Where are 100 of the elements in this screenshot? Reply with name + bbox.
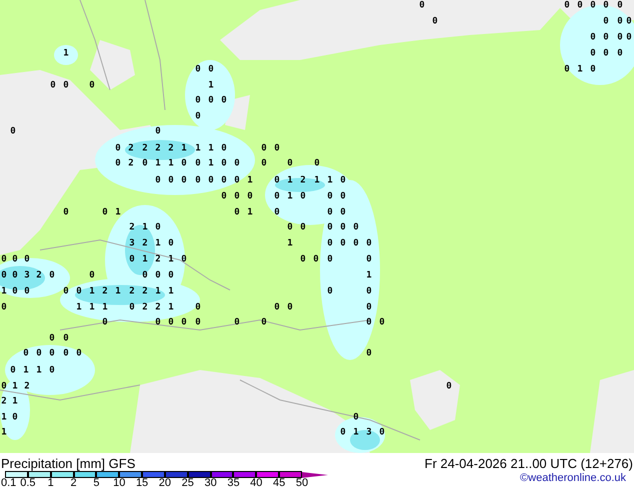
precipitation-value: 0 [12,288,18,296]
valid-time: Fr 24-04-2026 21..00 UTC (12+276) [424,457,633,470]
precipitation-value: 0 [247,192,253,202]
precipitation-value: 1 [168,160,174,168]
precipitation-value: 1 [12,398,18,406]
precipitation-value: 0 [24,288,30,296]
precipitation-value: 1 [168,256,174,264]
precipitation-value: 0 [168,272,174,280]
precipitation-value: 1 [247,208,253,218]
precipitation-value: 1 [155,288,161,296]
precipitation-value: 0 [12,414,18,422]
precipitation-value: 0 [208,96,214,106]
precipitation-value: 1 [1,428,7,438]
precipitation-value: 1 [287,176,293,186]
precipitation-value: 0 [379,428,385,438]
precipitation-value: 0 [564,66,570,74]
precipitation-value: 0 [208,176,214,186]
precipitation-value: 1 [89,288,95,296]
precipitation-value: 0 [366,304,372,312]
precipitation-value: 1 [181,144,187,154]
precipitation-value: 1 [36,366,42,376]
precipitation-value: 0 [76,288,82,296]
precipitation-value: 0 [261,144,267,154]
precipitation-value: 0 [221,192,227,202]
precipitation-value: 1 [63,50,69,58]
precipitation-value: 0 [617,18,623,26]
precipitation-value: 0 [1,256,7,264]
precipitation-value: 1 [577,66,583,74]
precipitation-value: 0 [221,144,227,154]
precipitation-value: 1 [168,304,174,312]
precipitation-value: 0 [603,34,609,42]
precipitation-value: 0 [115,144,121,154]
precipitation-value: 1 [366,272,372,280]
legend-tick-label: 5 [93,478,100,489]
precipitation-value: 0 [142,160,148,168]
precipitation-value: 1 [208,160,214,168]
precipitation-value: 0 [168,240,174,248]
precipitation-value: 2 [168,144,174,154]
precipitation-value: 0 [155,176,161,186]
precipitation-value: 0 [261,160,267,168]
precipitation-value: 1 [142,256,148,264]
precipitation-value: 0 [36,350,42,358]
precipitation-value: 0 [287,160,293,168]
legend-tick-label: 30 [204,478,217,489]
precipitation-value: 0 [603,2,609,10]
precipitation-value: 1 [12,382,18,392]
legend-tick-label: 15 [136,478,148,489]
precipitation-value: 1 [155,240,161,248]
precipitation-value: 0 [76,350,82,358]
legend-tick-label: 20 [158,478,172,489]
precipitation-value: 0 [24,256,30,264]
precipitation-value: 0 [102,318,108,328]
precipitation-value: 0 [181,318,187,328]
precipitation-value: 0 [50,82,56,90]
precipitation-value: 2 [142,304,148,312]
precipitation-value: 0 [300,192,306,202]
precipitation-value: 0 [327,288,333,296]
precipitation-value: 0 [10,366,16,376]
precipitation-value: 1 [287,192,293,202]
precipitation-value: 1 [208,82,214,90]
precipitation-value: 0 [327,208,333,218]
precipitation-value: 0 [353,240,359,248]
precipitation-value: 0 [327,240,333,248]
precipitation-value: 0 [419,2,425,10]
credit-link[interactable]: ©weatheronline.co.uk [520,473,626,484]
precipitation-value: 0 [313,256,319,264]
precipitation-value: 1 [287,240,293,248]
precipitation-value: 0 [12,272,18,280]
legend-tick-label: 0.1 [1,478,16,489]
precipitation-value: 1 [1,414,7,422]
precipitation-value: 0 [10,128,16,136]
precipitation-value: 2 [155,144,161,154]
precipitation-value: 0 [379,318,385,328]
precipitation-value: 1 [102,304,108,312]
precipitation-value: 0 [274,176,280,186]
precipitation-value: 0 [63,350,69,358]
precipitation-value: 0 [142,272,148,280]
precipitation-value: 0 [274,144,280,154]
precipitation-value: 0 [626,18,632,26]
precipitation-value: 0 [49,334,55,344]
precipitation-value: 0 [63,208,69,218]
precipitation-value: 1 [155,160,161,168]
precipitation-value: 0 [564,2,570,10]
precipitation-value: 0 [327,224,333,232]
precipitation-value: 1 [353,428,359,438]
legend-title: Precipitation [mm] GFS [1,457,136,470]
precipitation-value: 0 [195,304,201,312]
precipitation-value: 0 [1,304,7,312]
precipitation-value: 0 [300,224,306,232]
precipitation-value: 0 [590,50,596,58]
precipitation-value: 0 [287,304,293,312]
precipitation-value: 0 [274,192,280,202]
precipitation-value: 0 [1,382,7,392]
precipitation-value: 0 [23,350,29,358]
precipitation-value: 0 [577,2,583,10]
precipitation-value: 0 [234,208,240,218]
precipitation-value: 0 [129,256,135,264]
precipitation-value: 0 [89,272,95,280]
legend-tick-label: 2 [70,478,77,489]
precipitation-value: 0 [617,34,623,42]
